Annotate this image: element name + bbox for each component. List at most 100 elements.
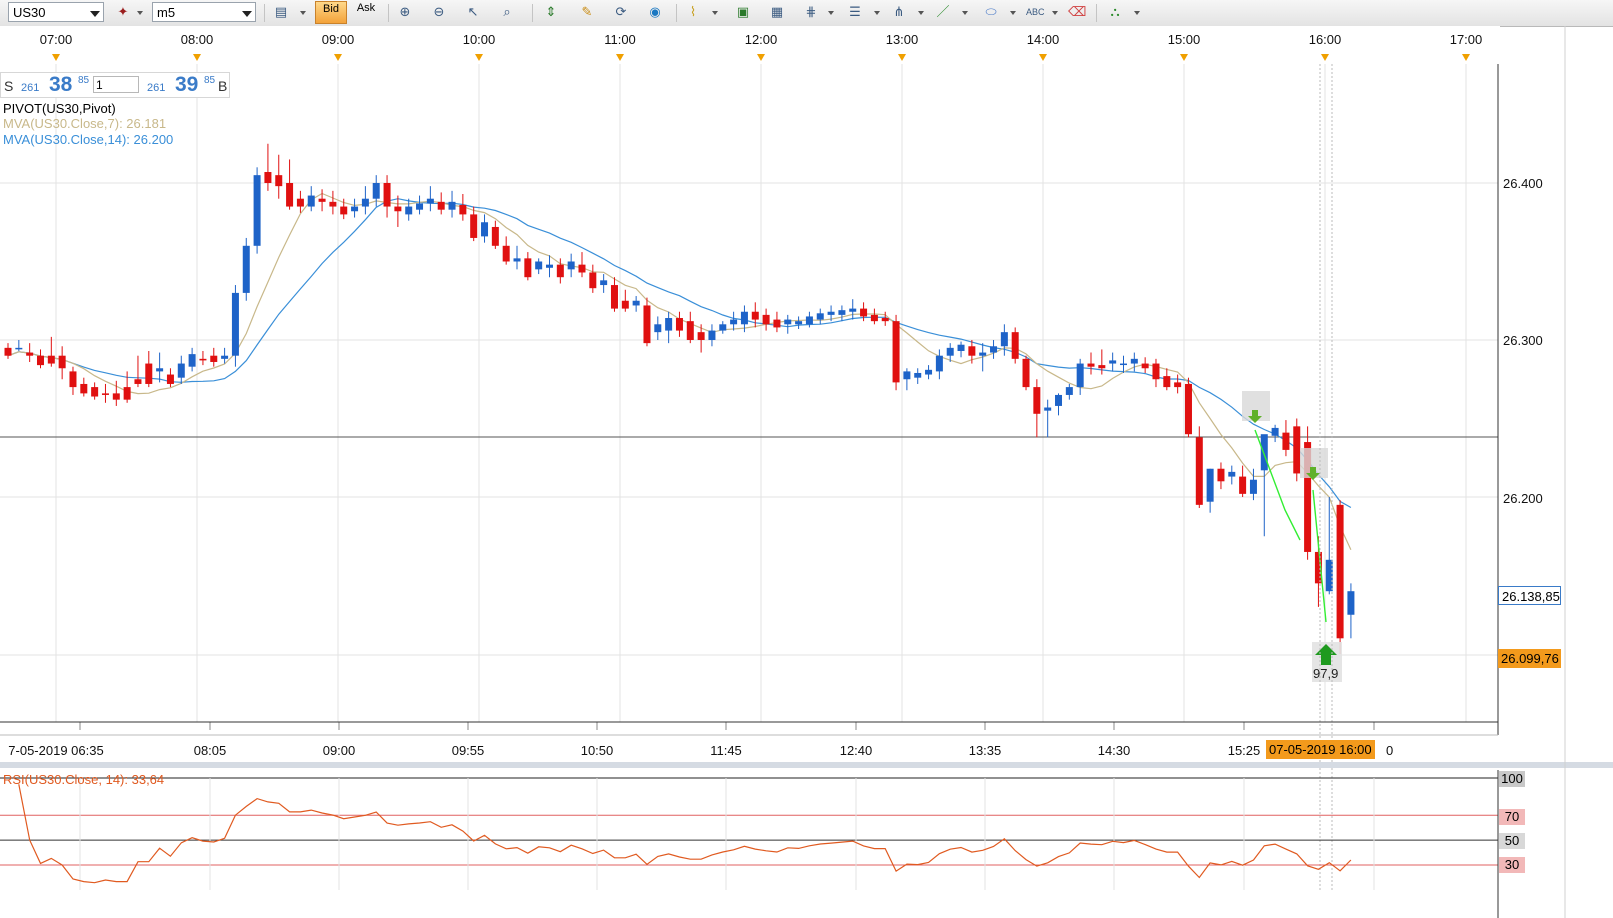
candle (870, 308, 878, 325)
candle-body (1336, 504, 1344, 639)
candle-body (188, 354, 196, 367)
pivot-legend: PIVOT(US30,Pivot) (3, 101, 116, 116)
candle-body (849, 308, 857, 312)
candle-body (935, 355, 943, 372)
candle-body (1217, 468, 1225, 482)
candle-body (459, 204, 467, 215)
mva7-legend: MVA(US30.Close,7): 26.181 (3, 116, 167, 131)
candle (665, 311, 673, 344)
candle-body (643, 305, 651, 344)
candle-body (15, 347, 23, 350)
qty-value: 1 (96, 78, 103, 92)
candle (177, 355, 185, 384)
candle (491, 220, 499, 249)
candle-body (1184, 383, 1192, 435)
sell-price-button[interactable]: 38 (49, 73, 72, 97)
session-marker-icon (1321, 54, 1329, 61)
candle-body (675, 318, 683, 331)
chart-canvas[interactable] (0, 0, 1613, 918)
candle (394, 195, 402, 227)
candle-body (426, 198, 434, 204)
candle-body (264, 172, 272, 183)
candle-body (1130, 358, 1138, 364)
candle-body (372, 183, 380, 199)
mva14-line (7, 198, 1352, 509)
candle (231, 285, 239, 367)
candle (1293, 418, 1301, 482)
candle-body (1293, 426, 1301, 474)
candle-body (1076, 363, 1084, 388)
candle-body (58, 355, 66, 369)
top-time-label: 17:00 (1449, 32, 1483, 47)
sell-letter: S (4, 78, 14, 94)
candle (156, 352, 164, 383)
buy-letter: B (218, 78, 228, 94)
quantity-input[interactable]: 1 (93, 76, 139, 93)
bottom-time-label: 15:25 (1227, 743, 1261, 758)
session-marker-icon (757, 54, 765, 61)
candle (416, 195, 424, 215)
candle (816, 308, 824, 325)
candle-body (535, 261, 543, 270)
candle-body (805, 316, 813, 325)
candle (1109, 352, 1117, 372)
candle-body (1087, 363, 1095, 367)
candle-body (253, 175, 261, 246)
candle-body (416, 203, 424, 210)
candle-body (1260, 434, 1268, 471)
session-marker-icon (193, 54, 201, 61)
candle (286, 159, 294, 210)
buy-price-button[interactable]: 39 (175, 73, 198, 97)
candle-body (91, 387, 99, 397)
buy-small: 261 (147, 82, 166, 94)
candle (589, 264, 597, 293)
top-time-axis: 07:00 08:00 09:00 10:00 11:00 12:00 13:00 14:00… (0, 26, 1500, 64)
candle-body (145, 363, 153, 384)
candle (36, 349, 44, 369)
candle-body (513, 258, 521, 262)
candle-body (296, 198, 304, 207)
candle (199, 350, 207, 366)
candle-body (199, 358, 207, 361)
candle-body (979, 352, 987, 356)
mva7-path (7, 192, 1352, 550)
bottom-time-label: 10:50 (580, 743, 614, 758)
candle-body (221, 355, 229, 359)
candle (957, 341, 965, 358)
candle-body (1174, 382, 1182, 388)
candle (1022, 355, 1030, 391)
candle-body (210, 355, 218, 362)
candle (632, 296, 640, 312)
candle-body (1249, 479, 1257, 494)
candle (600, 274, 608, 293)
candle-body (502, 245, 510, 262)
session-marker-icon (1039, 54, 1047, 61)
candle-body (1141, 363, 1149, 369)
candle (675, 311, 683, 337)
candle-body (1022, 358, 1030, 388)
candle (405, 198, 413, 221)
candle (351, 198, 359, 218)
candle (708, 324, 716, 347)
candle-body (1271, 427, 1279, 436)
candle-body (567, 261, 575, 270)
candle (730, 311, 738, 331)
candle-body (134, 379, 142, 384)
candle-body (156, 368, 164, 372)
sell-small: 261 (21, 82, 40, 94)
candle-body (177, 363, 185, 378)
candle (361, 186, 369, 215)
candle-body (1347, 591, 1355, 615)
candle-body (990, 346, 998, 353)
candle (145, 350, 153, 388)
signal-label: 97,9 (1313, 666, 1339, 681)
candle (470, 206, 478, 242)
candle (481, 214, 489, 243)
chart-grid (0, 64, 1498, 722)
candle-body (318, 198, 326, 202)
candle (892, 314, 900, 391)
candle-body (242, 245, 250, 293)
candle (881, 311, 889, 326)
chart-frame (0, 26, 1613, 918)
rsi-legend: RSI(US30.Close, 14): 33,64 (3, 772, 165, 787)
